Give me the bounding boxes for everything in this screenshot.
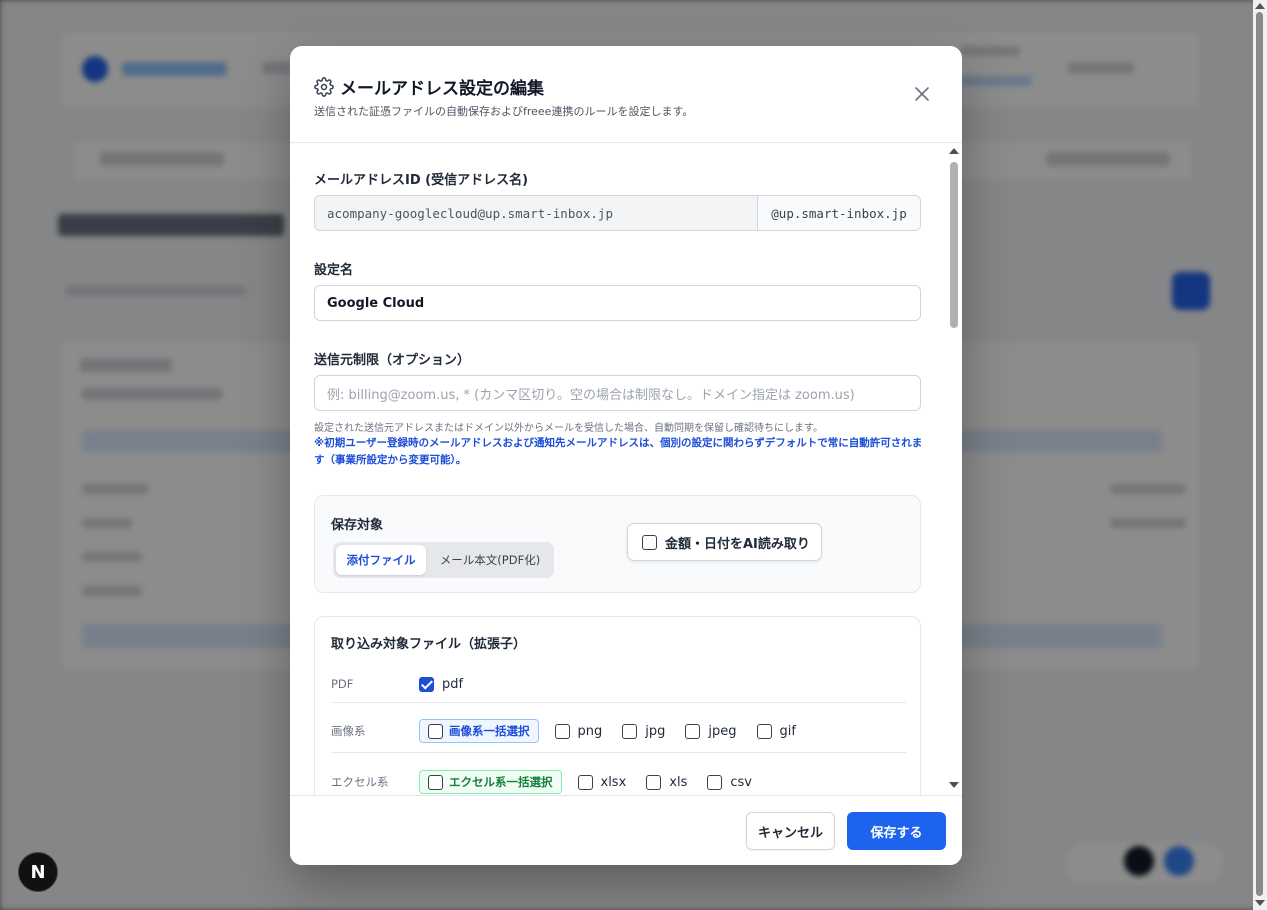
- setting-name-value: Google Cloud: [327, 295, 425, 311]
- email-id-label: メールアドレスID (受信アドレス名): [314, 173, 529, 188]
- ext-label-xls: xls: [669, 774, 688, 790]
- file-types-section: 取り込み対象ファイル（拡張子） PDF pdf 画像系 画像系一括選択 png …: [314, 616, 921, 795]
- file-types-title: 取り込み対象ファイル（拡張子）: [331, 637, 527, 652]
- sender-restriction-placeholder: 例: billing@zoom.us, * (カンマ区切り。空の場合は制限なし。…: [327, 387, 855, 403]
- email-id-field: acompany-googlecloud@up.smart-inbox.jp @…: [314, 195, 921, 231]
- bulk-select-image-checkbox[interactable]: [428, 723, 443, 739]
- ext-option-jpeg[interactable]: jpeg: [685, 723, 737, 739]
- save-target-title: 保存対象: [331, 518, 384, 533]
- ai-read-label: 金額・日付をAI読み取り: [665, 536, 810, 552]
- dev-indicator-label: N: [30, 861, 46, 883]
- modal-scrollbar[interactable]: [948, 146, 960, 796]
- modal-subtitle: 送信された証憑ファイルの自動保存およびfreee連携のルールを設定します。: [314, 105, 694, 118]
- ext-option-csv[interactable]: csv: [707, 774, 752, 790]
- ext-label-gif: gif: [779, 723, 796, 739]
- setting-name-input[interactable]: Google Cloud: [314, 285, 921, 321]
- bulk-select-excel-label: エクセル系一括選択: [449, 775, 553, 789]
- ai-read-checkbox[interactable]: [642, 534, 657, 550]
- save-target-section: 保存対象 添付ファイル メール本文(PDF化) 金額・日付をAI読み取り: [314, 495, 921, 593]
- email-domain-suffix: @up.smart-inbox.jp: [757, 196, 920, 230]
- ext-checkbox-png[interactable]: [554, 723, 570, 739]
- ext-option-xlsx[interactable]: xlsx: [577, 774, 627, 790]
- ai-read-toggle[interactable]: 金額・日付をAI読み取り: [627, 523, 822, 561]
- ext-checkbox-jpeg[interactable]: [685, 723, 701, 739]
- scroll-thumb[interactable]: [950, 162, 958, 328]
- cancel-button[interactable]: キャンセル: [746, 812, 835, 850]
- file-type-row-label: PDF: [331, 677, 354, 691]
- file-type-row-pdf: PDF pdf: [331, 674, 906, 694]
- sender-restriction-help: 設定された送信元アドレスまたはドメイン以外からメールを受信した場合、自動同期を保…: [314, 423, 823, 434]
- ext-label-jpeg: jpeg: [708, 723, 737, 739]
- ext-checkbox-xlsx[interactable]: [577, 774, 593, 790]
- ext-option-xls[interactable]: xls: [646, 774, 688, 790]
- tab-mail-body-pdf[interactable]: メール本文(PDF化): [430, 545, 550, 575]
- sender-restriction-note: ※初期ユーザー登録時のメールアドレスおよび通知先メールアドレスは、個別の設定に関…: [314, 437, 923, 466]
- modal-title: メールアドレス設定の編集: [340, 79, 544, 99]
- modal-title-row: メールアドレス設定の編集: [314, 74, 544, 99]
- bulk-select-excel-checkbox[interactable]: [428, 774, 443, 790]
- close-button[interactable]: [910, 82, 934, 106]
- setting-name-label: 設定名: [314, 263, 354, 278]
- gear-icon: [314, 76, 334, 97]
- ext-checkbox-pdf[interactable]: [419, 676, 434, 692]
- dev-indicator-button[interactable]: N: [18, 852, 58, 892]
- ext-label-csv: csv: [730, 774, 752, 790]
- page-scrollbar[interactable]: [1253, 0, 1267, 910]
- ext-label-pdf: pdf: [442, 676, 464, 692]
- ext-label-xlsx: xlsx: [600, 774, 627, 790]
- save-target-segmented-control: 添付ファイル メール本文(PDF化): [333, 542, 554, 578]
- ext-option-pdf[interactable]: pdf: [419, 676, 464, 692]
- save-button[interactable]: 保存する: [847, 812, 946, 850]
- email-id-value: acompany-googlecloud@up.smart-inbox.jp: [327, 205, 613, 221]
- ext-checkbox-jpg[interactable]: [622, 723, 638, 739]
- modal-footer: キャンセル 保存する: [290, 795, 962, 865]
- ext-option-gif[interactable]: gif: [756, 723, 796, 739]
- ext-checkbox-xls[interactable]: [646, 774, 662, 790]
- modal-body[interactable]: メールアドレスID (受信アドレス名) acompany-googlecloud…: [290, 143, 962, 795]
- file-type-row-excel: エクセル系 エクセル系一括選択 xlsx xls csv: [331, 769, 906, 795]
- edit-email-settings-modal: メールアドレス設定の編集 送信された証憑ファイルの自動保存およびfreee連携の…: [290, 46, 962, 865]
- file-type-row-image: 画像系 画像系一括選択 png jpg jpeg gif: [331, 718, 906, 744]
- ext-option-jpg[interactable]: jpg: [622, 723, 666, 739]
- sender-restriction-input[interactable]: 例: billing@zoom.us, * (カンマ区切り。空の場合は制限なし。…: [314, 375, 921, 411]
- row-divider: [331, 752, 906, 753]
- close-icon: [914, 86, 930, 102]
- ext-checkbox-gif[interactable]: [756, 723, 772, 739]
- ext-label-jpg: jpg: [645, 723, 666, 739]
- file-type-row-label: 画像系: [331, 724, 366, 738]
- ext-label-png: png: [577, 723, 603, 739]
- bulk-select-image-label: 画像系一括選択: [449, 724, 530, 738]
- sender-restriction-label: 送信元制限（オプション）: [314, 353, 471, 368]
- modal-header: メールアドレス設定の編集 送信された証憑ファイルの自動保存およびfreee連携の…: [290, 46, 962, 143]
- row-divider: [331, 702, 906, 703]
- bulk-select-excel[interactable]: エクセル系一括選択: [419, 770, 562, 794]
- ext-checkbox-csv[interactable]: [707, 774, 723, 790]
- scroll-up-arrow[interactable]: [949, 148, 959, 154]
- bulk-select-image[interactable]: 画像系一括選択: [419, 719, 539, 743]
- tab-attachment[interactable]: 添付ファイル: [336, 545, 426, 575]
- scroll-down-arrow[interactable]: [949, 782, 959, 788]
- file-type-row-label: エクセル系: [331, 775, 389, 789]
- ext-option-png[interactable]: png: [554, 723, 603, 739]
